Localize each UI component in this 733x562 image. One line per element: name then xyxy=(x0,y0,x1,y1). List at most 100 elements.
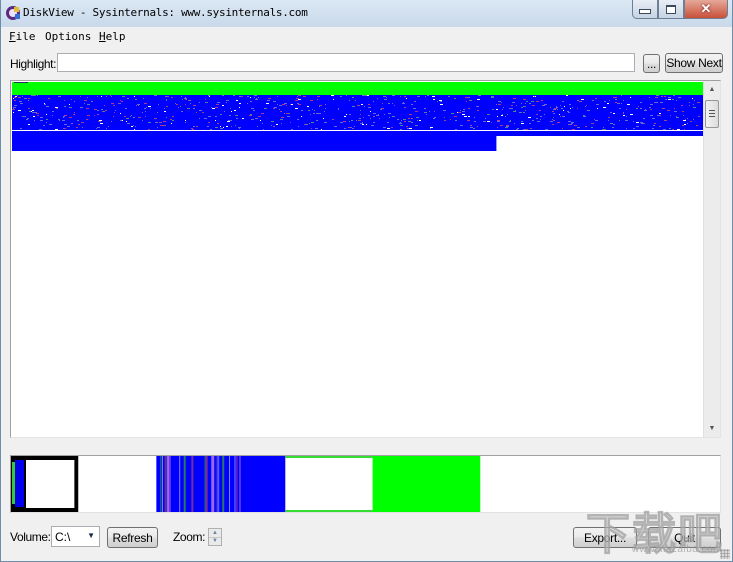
cluster-fragment xyxy=(419,120,421,121)
cluster-fragment xyxy=(362,95,365,96)
cluster-fragment xyxy=(399,123,402,124)
cluster-fragment xyxy=(332,119,334,120)
cluster-fragment xyxy=(571,124,572,125)
maximize-button[interactable] xyxy=(658,0,684,19)
cluster-fragment xyxy=(523,106,526,107)
browse-button[interactable]: ... xyxy=(643,54,660,73)
cluster-fragment xyxy=(562,116,565,117)
resize-grip[interactable] xyxy=(720,549,730,559)
quit-button[interactable]: Quit xyxy=(648,527,721,548)
cluster-fragment xyxy=(138,117,141,118)
cluster-fragment xyxy=(338,109,339,110)
cluster-fragment xyxy=(63,128,66,129)
cluster-fragment xyxy=(286,105,287,106)
grip-line xyxy=(709,116,715,117)
cluster-fragment xyxy=(215,116,217,117)
cluster-fragment xyxy=(430,128,431,129)
cluster-map-canvas[interactable] xyxy=(12,82,704,436)
cluster-fragment xyxy=(20,128,22,129)
zoom-label: Zoom: xyxy=(173,530,206,544)
cluster-row[interactable] xyxy=(12,107,704,119)
cluster-fragment xyxy=(135,126,136,127)
cluster-fragment xyxy=(501,115,503,116)
scroll-up-button[interactable]: ▲ xyxy=(704,81,720,98)
cluster-fragment xyxy=(115,110,116,111)
scroll-down-button[interactable]: ▼ xyxy=(704,420,720,437)
cluster-fragment xyxy=(148,106,151,107)
vertical-scrollbar[interactable]: ▲ ▼ xyxy=(703,81,720,437)
menu-file[interactable]: File xyxy=(9,30,36,43)
scroll-thumb[interactable] xyxy=(705,100,719,128)
cluster-fragment xyxy=(562,128,563,129)
cluster-fragment xyxy=(650,104,653,105)
cluster-fragment xyxy=(191,128,193,129)
volume-overview-map[interactable] xyxy=(10,455,721,513)
cluster-fragment xyxy=(59,120,60,121)
cluster-fragment xyxy=(74,112,75,113)
cluster-fragment xyxy=(106,128,107,129)
cluster-fragment xyxy=(316,113,318,114)
cluster-fragment xyxy=(487,121,490,122)
cluster-fragment xyxy=(673,95,675,96)
cluster-fragment xyxy=(364,106,365,107)
cluster-fragment xyxy=(377,98,378,99)
export-button[interactable]: Export... xyxy=(573,527,637,548)
cluster-fragment xyxy=(586,105,587,106)
cluster-fragment xyxy=(365,95,367,96)
cluster-row[interactable] xyxy=(12,131,704,136)
cluster-fragment xyxy=(463,109,465,110)
cluster-fragment xyxy=(86,108,89,109)
menu-options[interactable]: Options xyxy=(45,30,91,43)
cluster-row[interactable] xyxy=(12,82,704,95)
cluster-fragment xyxy=(64,124,67,125)
volume-select[interactable]: C:\ ▼ xyxy=(51,526,100,547)
cluster-fragment xyxy=(28,124,30,125)
cluster-fragment xyxy=(182,99,183,100)
cluster-fragment xyxy=(148,129,150,130)
cluster-fragment xyxy=(523,112,525,113)
cluster-fragment xyxy=(653,125,655,126)
cluster-fragment xyxy=(411,104,413,105)
cluster-fragment xyxy=(311,122,314,123)
cluster-fragment xyxy=(46,119,48,120)
cluster-fragment xyxy=(110,95,111,96)
cluster-fragment xyxy=(138,105,139,106)
maximize-icon xyxy=(666,4,676,14)
cluster-fragment xyxy=(202,112,204,113)
zoom-spinner[interactable]: ▲ ▼ xyxy=(208,528,222,546)
cluster-map-view[interactable]: ▲ ▼ xyxy=(10,80,721,438)
minimize-button[interactable] xyxy=(632,0,658,19)
cluster-fragment xyxy=(91,101,93,102)
cluster-fragment xyxy=(376,115,379,116)
zoom-out-button[interactable]: ▼ xyxy=(209,537,221,545)
cluster-fragment xyxy=(581,99,584,100)
cluster-fragment xyxy=(455,129,457,130)
cluster-fragment xyxy=(507,114,508,115)
cluster-fragment xyxy=(176,104,178,105)
cluster-fragment xyxy=(220,126,221,127)
overview-canvas[interactable] xyxy=(11,456,720,512)
cluster-fragment xyxy=(585,126,587,127)
highlight-input[interactable] xyxy=(57,53,635,72)
title-bar[interactable]: DiskView - Sysinternals: www.sysinternal… xyxy=(1,0,732,27)
close-button[interactable]: ✕ xyxy=(684,0,728,19)
overview-stripe xyxy=(222,456,225,512)
cluster-fragment xyxy=(567,111,569,112)
cluster-fragment xyxy=(23,116,26,117)
cluster-fragment xyxy=(526,101,528,102)
overview-stripe xyxy=(239,456,241,512)
cluster-row[interactable] xyxy=(12,136,497,151)
cluster-fragment xyxy=(654,123,656,124)
cluster-fragment xyxy=(181,96,182,97)
cluster-fragment xyxy=(383,96,386,97)
cluster-fragment xyxy=(146,107,147,108)
cluster-fragment xyxy=(506,126,509,127)
refresh-button[interactable]: Refresh xyxy=(107,527,158,548)
cluster-fragment xyxy=(540,119,541,120)
show-next-button[interactable]: Show Next xyxy=(665,53,723,73)
cluster-fragment xyxy=(120,100,121,101)
cluster-fragment xyxy=(531,101,534,102)
cluster-fragment xyxy=(74,101,75,102)
cluster-fragment xyxy=(80,107,83,108)
menu-help[interactable]: Help xyxy=(99,30,126,43)
